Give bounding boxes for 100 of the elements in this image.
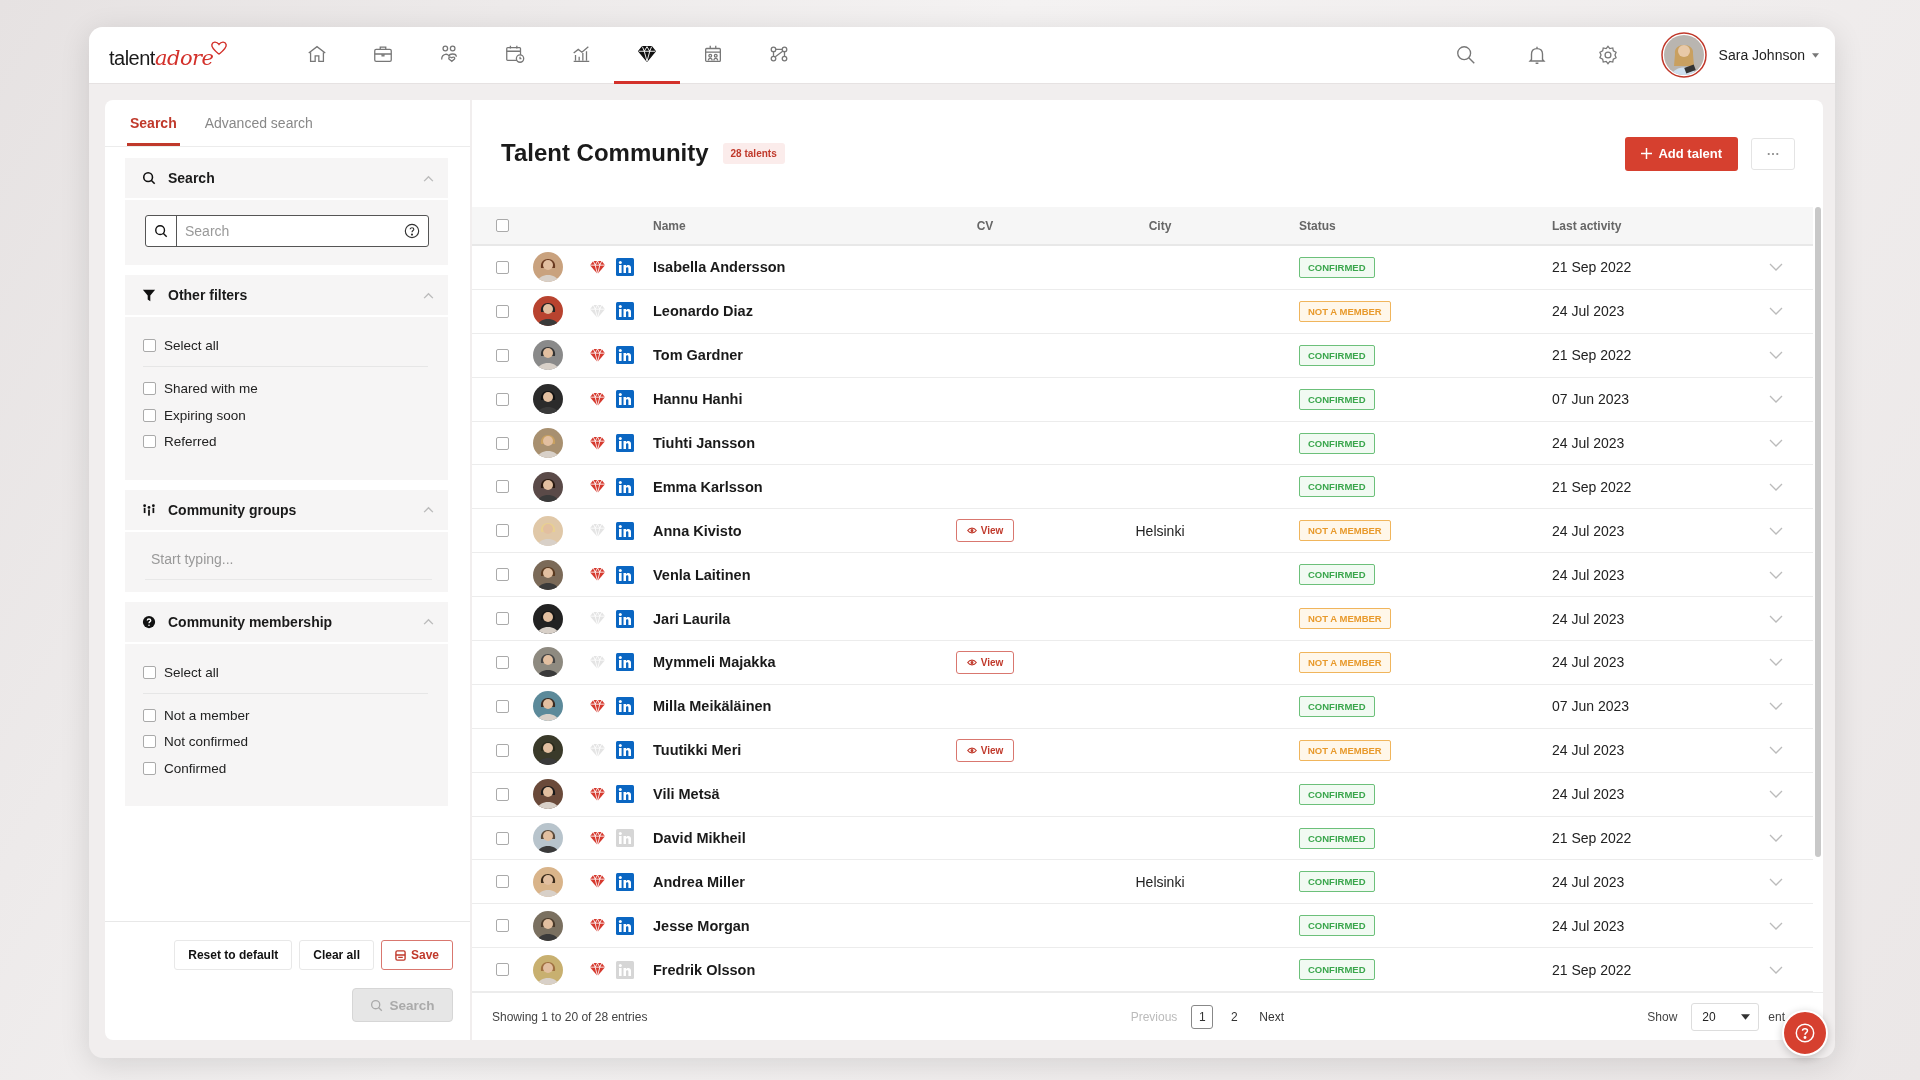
row-checkbox[interactable] bbox=[495, 260, 509, 274]
chevron-icon[interactable] bbox=[1769, 877, 1783, 886]
talent-name[interactable]: David Mikheil bbox=[653, 830, 746, 846]
view-cv-button[interactable]: View bbox=[955, 650, 1015, 674]
diamond-icon[interactable] bbox=[589, 698, 606, 714]
chevron-icon[interactable] bbox=[1769, 746, 1783, 755]
page-button[interactable]: 1 bbox=[1191, 1004, 1214, 1029]
row-checkbox[interactable] bbox=[495, 524, 509, 538]
diamond-icon[interactable] bbox=[589, 347, 606, 363]
row-checkbox[interactable] bbox=[495, 568, 509, 582]
talent-name[interactable]: Milla Meikäläinen bbox=[653, 698, 772, 715]
column-header[interactable]: Last activity bbox=[1552, 218, 1622, 233]
section-header[interactable]: Search bbox=[125, 158, 448, 198]
talent-name[interactable]: Mymmeli Majakka bbox=[653, 654, 776, 671]
checkbox-option[interactable]: Shared with me bbox=[143, 378, 428, 399]
diamond-icon[interactable] bbox=[589, 874, 606, 890]
talent-name[interactable]: Venla Laitinen bbox=[653, 566, 751, 583]
row-checkbox[interactable] bbox=[495, 787, 509, 801]
column-header[interactable]: Status bbox=[1299, 218, 1336, 233]
chevron-icon[interactable] bbox=[423, 506, 434, 513]
more-button[interactable] bbox=[1751, 137, 1795, 170]
chevron-icon[interactable] bbox=[1769, 263, 1783, 272]
help-icon[interactable] bbox=[404, 223, 420, 239]
add-talent-button[interactable]: Add talent bbox=[1625, 136, 1738, 171]
linkedin-icon[interactable] bbox=[616, 565, 634, 584]
linkedin-icon[interactable] bbox=[616, 609, 634, 628]
chevron-icon[interactable] bbox=[1769, 570, 1783, 579]
search-input[interactable]: Search bbox=[177, 223, 404, 239]
row-checkbox[interactable] bbox=[495, 699, 509, 713]
chevron-icon[interactable] bbox=[1769, 834, 1783, 842]
caret-icon[interactable] bbox=[1812, 52, 1819, 58]
linkedin-icon[interactable] bbox=[616, 346, 634, 365]
filter-button[interactable]: Clear all bbox=[299, 940, 374, 970]
diamond-icon[interactable] bbox=[589, 479, 606, 495]
row-checkbox[interactable] bbox=[495, 612, 509, 626]
search-icon[interactable] bbox=[1454, 44, 1477, 66]
diamond-icon[interactable] bbox=[589, 259, 606, 275]
chevron-icon[interactable] bbox=[1769, 526, 1783, 535]
linkedin-icon[interactable] bbox=[616, 258, 634, 277]
checkbox-option[interactable]: Confirmed bbox=[143, 757, 428, 779]
chevron-icon[interactable] bbox=[1769, 351, 1783, 360]
column-header[interactable]: Name bbox=[653, 218, 686, 233]
checkbox-option[interactable]: Expiring soon bbox=[143, 404, 428, 426]
chevron-icon[interactable] bbox=[1769, 614, 1783, 623]
diamond-icon[interactable] bbox=[589, 830, 606, 846]
row-checkbox[interactable] bbox=[495, 304, 509, 318]
linkedin-icon[interactable] bbox=[616, 653, 634, 672]
talent-name[interactable]: Anna Kivisto bbox=[653, 522, 742, 539]
chevron-icon[interactable] bbox=[1769, 395, 1783, 404]
search-field[interactable]: Search bbox=[145, 215, 429, 247]
checkbox-option[interactable]: Not a member bbox=[143, 704, 428, 726]
select-all-checkbox[interactable] bbox=[495, 219, 509, 232]
chevron-icon[interactable] bbox=[1769, 790, 1783, 799]
section-header[interactable]: Other filters bbox=[125, 275, 448, 315]
row-checkbox[interactable] bbox=[495, 392, 509, 406]
chevron-icon[interactable] bbox=[1769, 965, 1783, 974]
linkedin-icon[interactable] bbox=[616, 785, 634, 804]
linkedin-icon[interactable] bbox=[616, 697, 634, 716]
linkedin-icon[interactable] bbox=[616, 390, 634, 409]
row-checkbox[interactable] bbox=[495, 655, 509, 669]
view-cv-button[interactable]: View bbox=[955, 519, 1015, 543]
page-button[interactable]: 2 bbox=[1223, 1004, 1246, 1029]
talent-name[interactable]: Hannu Hanhi bbox=[653, 391, 743, 408]
row-checkbox[interactable] bbox=[495, 743, 509, 757]
talent-name[interactable]: Andrea Miller bbox=[653, 873, 745, 890]
sidebar-tab[interactable]: Advanced search bbox=[201, 115, 316, 146]
checkbox-option[interactable]: Not confirmed bbox=[143, 731, 428, 752]
section-header[interactable]: Community membership bbox=[125, 601, 448, 642]
page-size-select[interactable]: 20 bbox=[1691, 1002, 1760, 1031]
next-link[interactable]: Next bbox=[1255, 1009, 1289, 1024]
talent-name[interactable]: Isabella Andersson bbox=[653, 259, 786, 276]
talent-name[interactable]: Tom Gardner bbox=[653, 347, 743, 364]
row-checkbox[interactable] bbox=[495, 436, 509, 450]
row-checkbox[interactable] bbox=[495, 875, 509, 889]
row-checkbox[interactable] bbox=[495, 348, 509, 362]
row-checkbox[interactable] bbox=[495, 963, 509, 977]
talent-name[interactable]: Tiuhti Jansson bbox=[653, 435, 756, 451]
sidebar-tab[interactable]: Search bbox=[127, 115, 180, 146]
chevron-icon[interactable] bbox=[1769, 921, 1783, 930]
linkedin-icon[interactable] bbox=[616, 477, 634, 496]
linkedin-icon[interactable] bbox=[616, 302, 634, 321]
talent-name[interactable]: Tuutikki Meri bbox=[653, 742, 742, 759]
settings-icon[interactable] bbox=[1596, 44, 1619, 66]
talent-name[interactable]: Jesse Morgan bbox=[653, 917, 750, 934]
row-checkbox[interactable] bbox=[495, 480, 509, 494]
linkedin-icon[interactable] bbox=[616, 434, 634, 452]
talent-name[interactable]: Emma Karlsson bbox=[653, 478, 763, 495]
linkedin-icon[interactable] bbox=[616, 916, 634, 935]
save-button[interactable]: Save bbox=[380, 940, 453, 970]
linkedin-icon[interactable] bbox=[616, 872, 634, 891]
talent-name[interactable]: Leonardo Diaz bbox=[653, 303, 753, 320]
column-header[interactable]: CV bbox=[976, 218, 994, 233]
linkedin-icon[interactable] bbox=[616, 521, 634, 540]
diamond-icon[interactable] bbox=[589, 918, 606, 934]
user-name[interactable]: Sara Johnson bbox=[1718, 47, 1805, 63]
row-checkbox[interactable] bbox=[495, 831, 509, 845]
linkedin-icon[interactable] bbox=[616, 741, 634, 760]
diamond-icon[interactable] bbox=[589, 962, 606, 978]
chevron-icon[interactable] bbox=[1769, 482, 1783, 491]
column-header[interactable]: City bbox=[1148, 218, 1172, 233]
